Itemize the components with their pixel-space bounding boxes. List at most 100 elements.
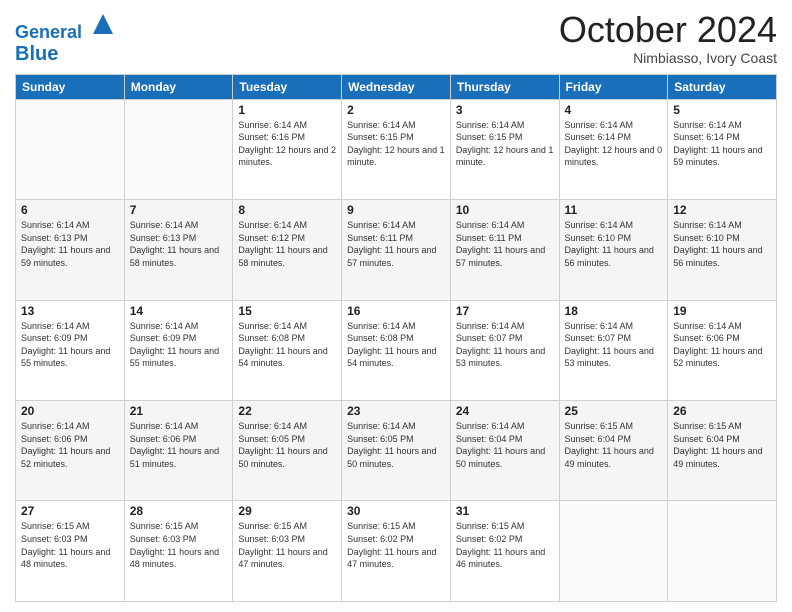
day-number: 24 bbox=[456, 404, 554, 418]
day-number: 2 bbox=[347, 103, 445, 117]
day-info: Sunrise: 6:14 AM Sunset: 6:05 PM Dayligh… bbox=[238, 420, 336, 470]
day-info: Sunrise: 6:15 AM Sunset: 6:02 PM Dayligh… bbox=[347, 520, 445, 570]
day-header-tuesday: Tuesday bbox=[233, 74, 342, 99]
day-header-thursday: Thursday bbox=[450, 74, 559, 99]
day-number: 13 bbox=[21, 304, 119, 318]
day-number: 31 bbox=[456, 504, 554, 518]
day-info: Sunrise: 6:14 AM Sunset: 6:13 PM Dayligh… bbox=[130, 219, 228, 269]
day-cell: 24 Sunrise: 6:14 AM Sunset: 6:04 PM Dayli… bbox=[450, 401, 559, 501]
logo: General Blue bbox=[15, 10, 117, 65]
day-number: 22 bbox=[238, 404, 336, 418]
day-number: 15 bbox=[238, 304, 336, 318]
day-number: 5 bbox=[673, 103, 771, 117]
day-number: 14 bbox=[130, 304, 228, 318]
day-cell bbox=[559, 501, 668, 602]
day-number: 7 bbox=[130, 203, 228, 217]
day-number: 26 bbox=[673, 404, 771, 418]
day-info: Sunrise: 6:14 AM Sunset: 6:11 PM Dayligh… bbox=[347, 219, 445, 269]
day-header-sunday: Sunday bbox=[16, 74, 125, 99]
day-cell: 3Sunrise: 6:14 AM Sunset: 6:15 PM Daylig… bbox=[450, 99, 559, 199]
day-header-saturday: Saturday bbox=[668, 74, 777, 99]
day-cell: 29 Sunrise: 6:15 AM Sunset: 6:03 PM Dayli… bbox=[233, 501, 342, 602]
day-cell: 11 Sunrise: 6:14 AM Sunset: 6:10 PM Dayli… bbox=[559, 200, 668, 300]
day-info: Sunrise: 6:15 AM Sunset: 6:02 PM Dayligh… bbox=[456, 520, 554, 570]
day-info: Sunrise: 6:14 AM Sunset: 6:09 PM Dayligh… bbox=[21, 320, 119, 370]
day-number: 28 bbox=[130, 504, 228, 518]
day-info: Sunrise: 6:14 AM Sunset: 6:06 PM Dayligh… bbox=[130, 420, 228, 470]
day-header-friday: Friday bbox=[559, 74, 668, 99]
day-number: 27 bbox=[21, 504, 119, 518]
day-cell: 2 Sunrise: 6:14 AM Sunset: 6:15 PM Daylig… bbox=[342, 99, 451, 199]
logo-general: General bbox=[15, 22, 82, 42]
day-info: Sunrise: 6:14 AM Sunset: 6:06 PM Dayligh… bbox=[21, 420, 119, 470]
day-info: Sunrise: 6:14 AM Sunset: 6:15 PM Dayligh… bbox=[347, 119, 445, 169]
header: General Blue October 2024 Nimbiasso, Ivo… bbox=[15, 10, 777, 66]
day-number: 1 bbox=[238, 103, 336, 117]
day-cell: 15 Sunrise: 6:14 AM Sunset: 6:08 PM Dayli… bbox=[233, 300, 342, 400]
day-info: Sunrise: 6:15 AM Sunset: 6:03 PM Dayligh… bbox=[238, 520, 336, 570]
day-info: Sunrise: 6:14 AM Sunset: 6:06 PM Dayligh… bbox=[673, 320, 771, 370]
day-cell: 1 Sunrise: 6:14 AM Sunset: 6:16 PM Daylig… bbox=[233, 99, 342, 199]
day-cell: 12 Sunrise: 6:14 AM Sunset: 6:10 PM Dayli… bbox=[668, 200, 777, 300]
day-cell bbox=[124, 99, 233, 199]
day-info: Sunrise: 6:14 AM Sunset: 6:04 PM Dayligh… bbox=[456, 420, 554, 470]
day-header-wednesday: Wednesday bbox=[342, 74, 451, 99]
logo-text: General bbox=[15, 10, 117, 43]
calendar-table: SundayMondayTuesdayWednesdayThursdayFrid… bbox=[15, 74, 777, 602]
week-row-3: 13 Sunrise: 6:14 AM Sunset: 6:09 PM Dayli… bbox=[16, 300, 777, 400]
day-info: Sunrise: 6:15 AM Sunset: 6:03 PM Dayligh… bbox=[21, 520, 119, 570]
day-cell: 22 Sunrise: 6:14 AM Sunset: 6:05 PM Dayli… bbox=[233, 401, 342, 501]
day-cell: 9 Sunrise: 6:14 AM Sunset: 6:11 PM Daylig… bbox=[342, 200, 451, 300]
day-info: Sunrise: 6:14 AM Sunset: 6:07 PM Dayligh… bbox=[456, 320, 554, 370]
day-cell: 14 Sunrise: 6:14 AM Sunset: 6:09 PM Dayli… bbox=[124, 300, 233, 400]
day-info: Sunrise: 6:14 AM Sunset: 6:09 PM Dayligh… bbox=[130, 320, 228, 370]
day-cell: 6Sunrise: 6:14 AM Sunset: 6:13 PM Daylig… bbox=[16, 200, 125, 300]
day-number: 18 bbox=[565, 304, 663, 318]
day-cell: 27 Sunrise: 6:15 AM Sunset: 6:03 PM Dayli… bbox=[16, 501, 125, 602]
logo-blue: Blue bbox=[15, 43, 117, 65]
day-info: Sunrise: 6:14 AM Sunset: 6:08 PM Dayligh… bbox=[347, 320, 445, 370]
day-info: Sunrise: 6:14 AM Sunset: 6:15 PM Dayligh… bbox=[456, 119, 554, 169]
week-row-1: 1 Sunrise: 6:14 AM Sunset: 6:16 PM Daylig… bbox=[16, 99, 777, 199]
week-row-4: 20 Sunrise: 6:14 AM Sunset: 6:06 PM Dayli… bbox=[16, 401, 777, 501]
day-info: Sunrise: 6:15 AM Sunset: 6:04 PM Dayligh… bbox=[565, 420, 663, 470]
day-number: 9 bbox=[347, 203, 445, 217]
day-cell: 16Sunrise: 6:14 AM Sunset: 6:08 PM Dayli… bbox=[342, 300, 451, 400]
day-cell: 7 Sunrise: 6:14 AM Sunset: 6:13 PM Daylig… bbox=[124, 200, 233, 300]
day-number: 29 bbox=[238, 504, 336, 518]
day-number: 25 bbox=[565, 404, 663, 418]
day-cell: 10Sunrise: 6:14 AM Sunset: 6:11 PM Dayli… bbox=[450, 200, 559, 300]
day-cell: 28 Sunrise: 6:15 AM Sunset: 6:03 PM Dayli… bbox=[124, 501, 233, 602]
day-number: 4 bbox=[565, 103, 663, 117]
day-info: Sunrise: 6:15 AM Sunset: 6:03 PM Dayligh… bbox=[130, 520, 228, 570]
day-number: 19 bbox=[673, 304, 771, 318]
day-cell: 26Sunrise: 6:15 AM Sunset: 6:04 PM Dayli… bbox=[668, 401, 777, 501]
day-cell: 5Sunrise: 6:14 AM Sunset: 6:14 PM Daylig… bbox=[668, 99, 777, 199]
day-header-monday: Monday bbox=[124, 74, 233, 99]
week-row-2: 6Sunrise: 6:14 AM Sunset: 6:13 PM Daylig… bbox=[16, 200, 777, 300]
day-info: Sunrise: 6:14 AM Sunset: 6:10 PM Dayligh… bbox=[565, 219, 663, 269]
day-cell: 19 Sunrise: 6:14 AM Sunset: 6:06 PM Dayli… bbox=[668, 300, 777, 400]
day-info: Sunrise: 6:14 AM Sunset: 6:12 PM Dayligh… bbox=[238, 219, 336, 269]
day-info: Sunrise: 6:14 AM Sunset: 6:16 PM Dayligh… bbox=[238, 119, 336, 169]
day-number: 11 bbox=[565, 203, 663, 217]
day-cell: 18 Sunrise: 6:14 AM Sunset: 6:07 PM Dayli… bbox=[559, 300, 668, 400]
day-number: 20 bbox=[21, 404, 119, 418]
logo-icon bbox=[89, 10, 117, 38]
day-number: 8 bbox=[238, 203, 336, 217]
day-cell: 4Sunrise: 6:14 AM Sunset: 6:14 PM Daylig… bbox=[559, 99, 668, 199]
day-info: Sunrise: 6:14 AM Sunset: 6:10 PM Dayligh… bbox=[673, 219, 771, 269]
day-number: 12 bbox=[673, 203, 771, 217]
calendar-header-row: SundayMondayTuesdayWednesdayThursdayFrid… bbox=[16, 74, 777, 99]
day-info: Sunrise: 6:14 AM Sunset: 6:07 PM Dayligh… bbox=[565, 320, 663, 370]
day-cell: 31 Sunrise: 6:15 AM Sunset: 6:02 PM Dayli… bbox=[450, 501, 559, 602]
day-number: 23 bbox=[347, 404, 445, 418]
day-number: 21 bbox=[130, 404, 228, 418]
day-info: Sunrise: 6:14 AM Sunset: 6:11 PM Dayligh… bbox=[456, 219, 554, 269]
title-block: October 2024 Nimbiasso, Ivory Coast bbox=[559, 10, 777, 66]
day-cell: 8 Sunrise: 6:14 AM Sunset: 6:12 PM Daylig… bbox=[233, 200, 342, 300]
day-cell: 25 Sunrise: 6:15 AM Sunset: 6:04 PM Dayli… bbox=[559, 401, 668, 501]
day-cell: 30Sunrise: 6:15 AM Sunset: 6:02 PM Dayli… bbox=[342, 501, 451, 602]
day-cell: 13 Sunrise: 6:14 AM Sunset: 6:09 PM Dayli… bbox=[16, 300, 125, 400]
day-info: Sunrise: 6:14 AM Sunset: 6:08 PM Dayligh… bbox=[238, 320, 336, 370]
